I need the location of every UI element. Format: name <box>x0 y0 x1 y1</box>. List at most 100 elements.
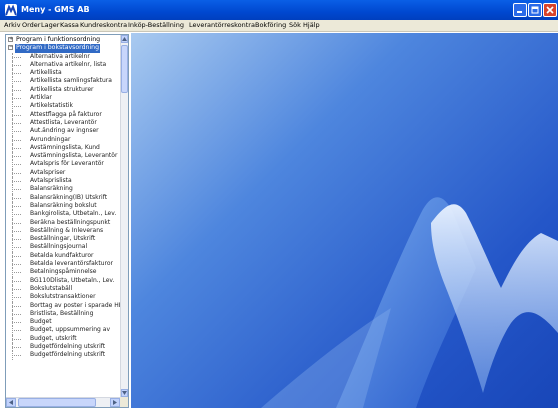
tree-connector <box>12 326 24 335</box>
tree-item[interactable]: Attestflagga på fakturor <box>6 110 120 120</box>
tree-item[interactable]: Beställningsjournal <box>6 243 120 253</box>
tree-item[interactable]: Bankgirolista, Utbetaln., Lev. <box>6 210 120 219</box>
tree-item[interactable]: Balansräkning(IB) Utskrift <box>6 193 120 203</box>
tree-connector <box>12 110 24 120</box>
menu-bokforing[interactable]: Bokföring <box>255 20 286 31</box>
expand-icon[interactable]: + <box>8 37 13 42</box>
tree-item[interactable]: Artikellista samlingsfaktura <box>6 77 120 87</box>
close-button[interactable] <box>543 3 557 17</box>
tree-connector <box>12 284 24 294</box>
tree-item[interactable]: Artikellista <box>6 69 120 78</box>
tree-item-label: Beställningar, Utskrift <box>30 235 96 243</box>
tree-item[interactable]: Artiklar <box>6 94 120 103</box>
tree-item-label: Avtalsprislista <box>30 177 72 185</box>
menu-inkop-bestallning[interactable]: Inköp-Beställning <box>128 20 184 31</box>
tree-connector <box>12 69 24 78</box>
tree-root-funktionsordning[interactable]: + Program i funktionsordning <box>6 36 120 44</box>
tree-item[interactable]: Bokslutstabäll <box>6 284 120 294</box>
scroll-left-button[interactable] <box>6 398 16 407</box>
tree-item-label: Balansräkning(IB) Utskrift <box>30 193 108 201</box>
tree-item-label: Budget, utskrift <box>30 334 77 342</box>
tree-item[interactable]: Bristlista, Beställning <box>6 309 120 319</box>
tree-item-label: Aut.ändring av ingnser <box>30 127 99 135</box>
menu-lager[interactable]: Lager <box>41 20 59 31</box>
tree-item[interactable]: Beställning & Inleverans <box>6 226 120 236</box>
tree-item[interactable]: Avtalsprislista <box>6 177 120 186</box>
tree-item-label: Budget <box>30 318 52 326</box>
menu-arkiv[interactable]: Arkiv <box>4 20 21 31</box>
tree-connector <box>12 318 24 327</box>
tree-item-label: Beställning & Inleverans <box>30 226 104 234</box>
tree-item[interactable]: Bokslutstransaktioner <box>6 293 120 302</box>
tree-item[interactable]: Attestlista, Leverantör <box>6 118 120 128</box>
minimize-icon <box>514 4 526 16</box>
tree-item[interactable]: Artikellista strukturer <box>6 85 120 95</box>
menu-kundreskontra[interactable]: Kundreskontra <box>80 20 127 31</box>
tree-item[interactable]: BG110Dlista, Utbetaln., Lev. <box>6 276 120 286</box>
tree-item[interactable]: Alternativa artikelnr, lista <box>6 60 120 70</box>
tree-item[interactable]: Avtalspris för Leverantör <box>6 160 120 170</box>
tree-connector <box>12 351 24 360</box>
tree-item[interactable]: Balansräkning <box>6 185 120 194</box>
gms-logo-icon[interactable] <box>5 4 17 16</box>
tree-connector <box>12 77 24 87</box>
menu-hjalp[interactable]: Hjälp <box>303 20 320 31</box>
tree-item[interactable]: Avrundningar <box>6 135 120 145</box>
tree-root-label: Program i bokstavsordning <box>15 44 101 53</box>
tree-item[interactable]: Budget <box>6 318 120 327</box>
tree-connector <box>12 52 24 62</box>
menu-leverantorreskontra[interactable]: Leverantörreskontra <box>189 20 255 31</box>
vertical-scroll-thumb[interactable] <box>121 45 128 93</box>
scroll-down-button[interactable] <box>121 389 128 397</box>
tree-item-label: Betalda kundfakturor <box>30 251 94 259</box>
menu-sok[interactable]: Sök <box>289 20 301 31</box>
tree-connector <box>12 94 24 103</box>
tree-item-label: Artiklar <box>30 94 52 102</box>
menu-order[interactable]: Order <box>22 20 40 31</box>
program-tree[interactable]: + Program i funktionsordning − Program i… <box>5 34 129 408</box>
tree-connector <box>12 334 24 344</box>
tree-item[interactable]: Beställningar, Utskrift <box>6 235 120 244</box>
vertical-scrollbar[interactable] <box>120 35 128 397</box>
menu-bar: Arkiv Order Lager Kassa Kundreskontra In… <box>0 20 558 32</box>
tree-item-label: Attestflagga på fakturor <box>30 110 102 118</box>
tree-item[interactable]: Avstämningslista, Leverantör <box>6 152 120 161</box>
horizontal-scroll-thumb[interactable] <box>18 398 96 407</box>
tree-item[interactable]: Budget, utskrift <box>6 334 120 344</box>
tree-item-label: Budgetfördelning utskrift <box>30 342 106 350</box>
tree-item[interactable]: Budgetfördelning utskrift <box>6 342 120 352</box>
window-title: Meny - GMS AB <box>21 5 90 14</box>
maximize-icon <box>529 4 541 16</box>
tree-item[interactable]: Borttag av poster i sparade HB <box>6 301 123 311</box>
tree-item[interactable]: Beräkna beställningspunkt <box>6 218 120 228</box>
tree-item[interactable]: Avtalspriser <box>6 168 120 178</box>
menu-kassa[interactable]: Kassa <box>60 20 79 31</box>
title-bar[interactable]: Meny - GMS AB <box>0 0 558 20</box>
tree-root-bokstavsordning[interactable]: − Program i bokstavsordning <box>6 44 120 53</box>
tree-connector <box>12 293 24 302</box>
scroll-up-button[interactable] <box>121 35 128 43</box>
tree-connector <box>12 118 24 128</box>
tree-root-label: Program i funktionsordning <box>16 36 101 43</box>
scroll-right-button[interactable] <box>110 398 120 407</box>
tree-item[interactable]: Artikelstatistik <box>6 102 120 111</box>
tree-connector <box>12 251 24 261</box>
tree-item[interactable]: Betalningspåminnelse <box>6 268 120 277</box>
tree-item[interactable]: Budget, uppsummering av <box>6 326 120 335</box>
maximize-button[interactable] <box>528 3 542 17</box>
tree-item[interactable]: Alternativa artikelnr <box>6 52 120 62</box>
minimize-button[interactable] <box>513 3 527 17</box>
tree-item[interactable]: Budgetfördelning utskrift <box>6 351 120 360</box>
tree-item-label: Alternativa artikelnr <box>30 52 90 60</box>
tree-rows: + Program i funktionsordning − Program i… <box>6 36 123 360</box>
tree-connector <box>12 243 24 253</box>
tree-item-label: Betalda leverantörsfakturor <box>30 260 113 268</box>
tree-item[interactable]: Aut.ändring av ingnser <box>6 127 120 136</box>
collapse-icon[interactable]: − <box>8 45 13 51</box>
tree-item[interactable]: Betalda leverantörsfakturor <box>6 260 120 269</box>
horizontal-scrollbar[interactable] <box>6 397 120 407</box>
tree-item[interactable]: Betalda kundfakturor <box>6 251 120 261</box>
tree-item[interactable]: Balansräkning bokslut <box>6 201 120 211</box>
tree-item[interactable]: Avstämningslista, Kund <box>6 143 120 153</box>
tree-connector <box>12 177 24 186</box>
